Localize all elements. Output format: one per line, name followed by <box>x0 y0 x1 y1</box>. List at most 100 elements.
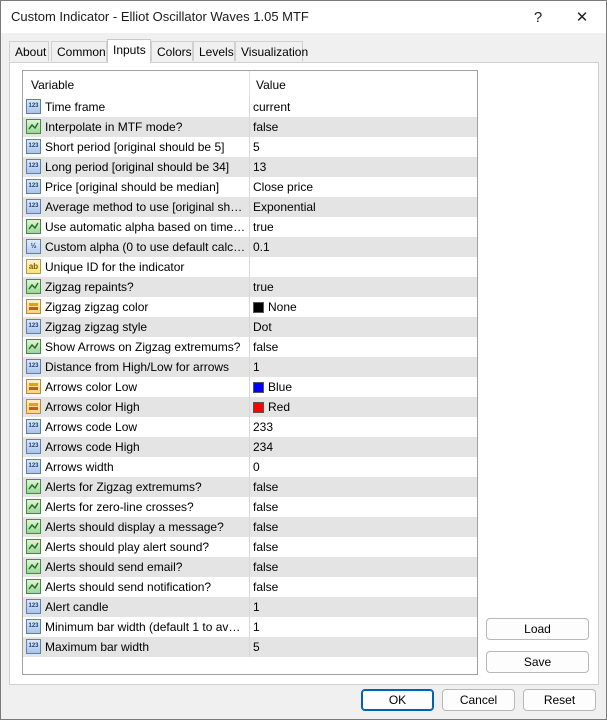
value-cell[interactable]: Exponential <box>253 200 473 214</box>
table-row[interactable]: Alerts should send email? false <box>23 557 477 577</box>
table-row[interactable]: Alerts for zero-line crosses? false <box>23 497 477 517</box>
table-row[interactable]: 123 Long period [original should be 34] 13 <box>23 157 477 177</box>
reset-button[interactable]: Reset <box>523 689 596 711</box>
tab-visualization[interactable]: Visualization <box>235 41 308 61</box>
value-cell[interactable]: 0 <box>253 460 473 474</box>
load-button[interactable]: Load <box>486 618 589 640</box>
value-cell[interactable]: current <box>253 100 473 114</box>
value-text: Dot <box>253 320 272 334</box>
table-row[interactable]: Alerts should display a message? false <box>23 517 477 537</box>
value-cell[interactable]: false <box>253 480 473 494</box>
value-cell[interactable]: Blue <box>253 380 473 394</box>
save-button[interactable]: Save <box>486 651 589 673</box>
string-icon: ab <box>26 259 41 274</box>
variable-name: Arrows code Low <box>45 420 138 434</box>
column-divider <box>249 457 250 477</box>
table-row[interactable]: Show Arrows on Zigzag extremums? false <box>23 337 477 357</box>
cancel-button[interactable]: Cancel <box>442 689 515 711</box>
integer-icon: 123 <box>26 459 41 474</box>
value-cell[interactable]: 5 <box>253 640 473 654</box>
header-value[interactable]: Value <box>256 78 286 92</box>
value-cell[interactable]: Dot <box>253 320 473 334</box>
value-cell[interactable]: 0.1 <box>253 240 473 254</box>
table-row[interactable]: Arrows color Low Blue <box>23 377 477 397</box>
help-button[interactable]: ? <box>516 1 560 33</box>
column-divider <box>249 157 250 177</box>
table-row[interactable]: Alerts for Zigzag extremums? false <box>23 477 477 497</box>
variable-name: Alerts should display a message? <box>45 520 224 534</box>
help-icon: ? <box>533 8 543 26</box>
variable-name: Short period [original should be 5] <box>45 140 225 154</box>
table-row[interactable]: Interpolate in MTF mode? false <box>23 117 477 137</box>
value-cell[interactable]: false <box>253 500 473 514</box>
table-row[interactable]: Alerts should play alert sound? false <box>23 537 477 557</box>
value-cell[interactable]: None <box>253 300 473 314</box>
column-divider <box>249 317 250 337</box>
table-row[interactable]: 123 Average method to use [original shoul… <box>23 197 477 217</box>
table-row[interactable]: 123 Price [original should be median] Clos… <box>23 177 477 197</box>
value-cell[interactable]: false <box>253 580 473 594</box>
value-text: false <box>253 500 279 514</box>
table-row[interactable]: Zigzag zigzag color None <box>23 297 477 317</box>
column-divider <box>249 577 250 597</box>
table-row[interactable]: ab Unique ID for the indicator <box>23 257 477 277</box>
value-cell[interactable]: true <box>253 220 473 234</box>
tab-inputs[interactable]: Inputs <box>107 39 151 63</box>
value-cell[interactable]: 13 <box>253 160 473 174</box>
tab-about[interactable]: About <box>9 41 49 61</box>
boolean-icon <box>26 479 41 494</box>
value-cell[interactable]: false <box>253 540 473 554</box>
table-row[interactable]: 123 Time frame current <box>23 97 477 117</box>
value-text: false <box>253 520 279 534</box>
header-divider[interactable] <box>249 71 250 97</box>
boolean-icon <box>26 559 41 574</box>
value-text: 1 <box>253 360 260 374</box>
value-cell[interactable]: true <box>253 280 473 294</box>
value-cell[interactable]: false <box>253 120 473 134</box>
table-row[interactable]: 123 Arrows code High 234 <box>23 437 477 457</box>
value-text: Red <box>268 400 291 414</box>
table-row[interactable]: ½ Custom alpha (0 to use default calculat… <box>23 237 477 257</box>
tab-colors[interactable]: Colors <box>151 41 193 61</box>
color-swatch <box>253 401 264 413</box>
value-cell[interactable]: false <box>253 560 473 574</box>
table-row[interactable]: Zigzag repaints? true <box>23 277 477 297</box>
header-variable[interactable]: Variable <box>31 78 74 92</box>
close-button[interactable]: ✕ <box>560 1 604 33</box>
table-row[interactable]: 123 Alert candle 1 <box>23 597 477 617</box>
table-row[interactable]: 123 Maximum bar width 5 <box>23 637 477 657</box>
table-row[interactable]: 123 Minimum bar width (default 1 to avoid… <box>23 617 477 637</box>
variable-name: Maximum bar width <box>45 640 150 654</box>
inputs-panel: Variable Value 123 Time frame current Inter… <box>9 62 599 685</box>
value-cell[interactable]: 5 <box>253 140 473 154</box>
variable-name: Arrows code High <box>45 440 140 454</box>
integer-icon: 123 <box>26 639 41 654</box>
table-row[interactable]: Alerts should send notification? false <box>23 577 477 597</box>
value-cell[interactable]: 233 <box>253 420 473 434</box>
table-row[interactable]: Arrows color High Red <box>23 397 477 417</box>
table-row[interactable]: 123 Arrows width 0 <box>23 457 477 477</box>
value-cell[interactable]: 1 <box>253 620 473 634</box>
value-text: false <box>253 560 279 574</box>
table-row[interactable]: 123 Zigzag zigzag style Dot <box>23 317 477 337</box>
value-cell[interactable]: Close price <box>253 180 473 194</box>
value-cell[interactable]: 234 <box>253 440 473 454</box>
value-cell[interactable]: false <box>253 340 473 354</box>
value-cell[interactable]: 1 <box>253 360 473 374</box>
tab-common[interactable]: Common <box>51 41 107 61</box>
integer-icon: 123 <box>26 179 41 194</box>
value-text: 0 <box>253 460 260 474</box>
ok-button[interactable]: OK <box>361 689 434 711</box>
table-row[interactable]: Use automatic alpha based on timeframe? t… <box>23 217 477 237</box>
tab-levels[interactable]: Levels <box>193 41 235 61</box>
column-divider <box>249 417 250 437</box>
value-cell[interactable]: 1 <box>253 600 473 614</box>
table-row[interactable]: 123 Short period [original should be 5] 5 <box>23 137 477 157</box>
value-cell[interactable]: Red <box>253 400 473 414</box>
grid-rows: 123 Time frame current Interpolate in MTF m… <box>23 97 477 657</box>
variable-name: Zigzag zigzag style <box>45 320 148 334</box>
value-text: 5 <box>253 140 260 154</box>
table-row[interactable]: 123 Distance from High/Low for arrows 1 <box>23 357 477 377</box>
value-cell[interactable]: false <box>253 520 473 534</box>
table-row[interactable]: 123 Arrows code Low 233 <box>23 417 477 437</box>
